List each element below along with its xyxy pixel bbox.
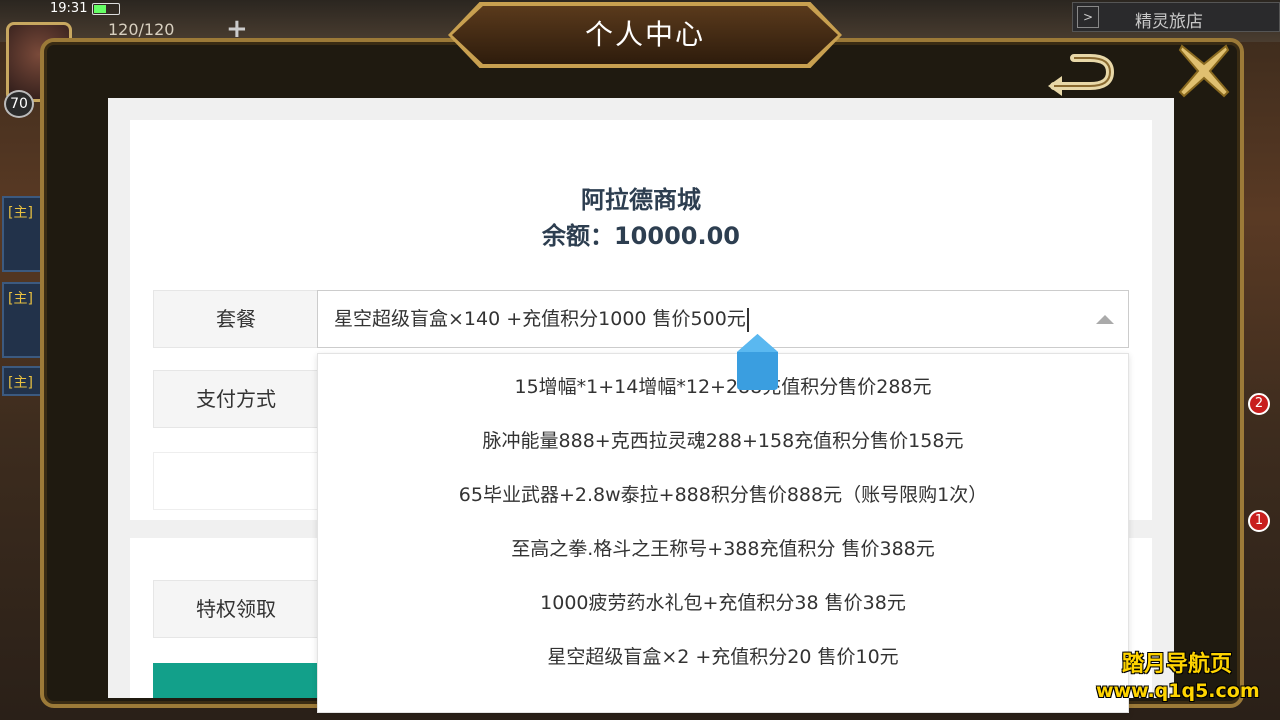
package-select[interactable]: 星空超级盲盒×140 +充值积分1000 售价500元 <box>317 290 1129 348</box>
text-selection-handle[interactable] <box>737 334 778 390</box>
package-label: 套餐 <box>153 290 319 348</box>
balance-text: 余额：10000.00 <box>541 222 740 250</box>
notification-badge: 2 <box>1248 393 1270 415</box>
dropdown-option[interactable]: 星空超级盲盒×2 +充值积分20 售价10元 <box>318 630 1128 684</box>
dropdown-option[interactable]: 65毕业武器+2.8w泰拉+888积分售价888元（账号限购1次） <box>318 468 1128 522</box>
quest-tracker-item[interactable]: [主] <box>2 282 44 358</box>
battery-icon <box>92 3 120 15</box>
notification-badge: 1 <box>1248 510 1270 532</box>
watermark-title: 踏月导航页 <box>1122 652 1233 677</box>
quest-tracker-item[interactable]: [主] <box>2 196 44 272</box>
dropdown-option[interactable]: 15增幅*1+14增幅*12+288充值积分售价288元 <box>318 360 1128 414</box>
privilege-label: 特权领取 <box>153 580 319 638</box>
payment-method-label: 支付方式 <box>153 370 319 428</box>
text-cursor <box>746 307 749 332</box>
quest-tag: [主] <box>8 375 33 391</box>
dropdown-option[interactable]: 1000疲劳药水礼包+充值积分38 售价38元 <box>318 576 1128 630</box>
dialog-title-plate: 个人中心 <box>448 2 842 68</box>
close-icon[interactable] <box>1176 42 1232 100</box>
watermark-url: www.q1q5.com <box>1096 680 1260 702</box>
back-icon[interactable] <box>1044 50 1118 98</box>
status-time: 19:31 <box>50 1 88 16</box>
dropdown-option[interactable]: 至高之拳.格斗之王称号+388充值积分 售价388元 <box>318 522 1128 576</box>
caret-up-icon <box>1096 315 1114 324</box>
shop-name: 阿拉德商城 <box>581 186 701 214</box>
empty-form-row <box>153 452 319 510</box>
energy-counter: 120/120 <box>108 20 175 39</box>
dialog-title: 个人中心 <box>584 18 705 51</box>
quest-tracker-item[interactable]: [主] <box>2 366 44 396</box>
dropdown-option[interactable]: 脉冲能量888+克西拉灵魂288+158充值积分售价158元 <box>318 414 1128 468</box>
submit-button[interactable] <box>153 663 323 698</box>
play-icon: > <box>1077 6 1099 28</box>
player-level-badge: 70 <box>4 90 34 118</box>
package-dropdown-list: 15增幅*1+14增幅*12+288充值积分售价288元 脉冲能量888+克西拉… <box>317 353 1129 713</box>
inn-button[interactable]: > 精灵旅店 <box>1072 2 1280 32</box>
inn-label: 精灵旅店 <box>1135 12 1203 32</box>
selected-package-text: 星空超级盲盒×140 +充值积分1000 售价500元 <box>334 308 746 330</box>
quest-tag: [主] <box>8 205 33 221</box>
quest-tag: [主] <box>8 291 33 307</box>
